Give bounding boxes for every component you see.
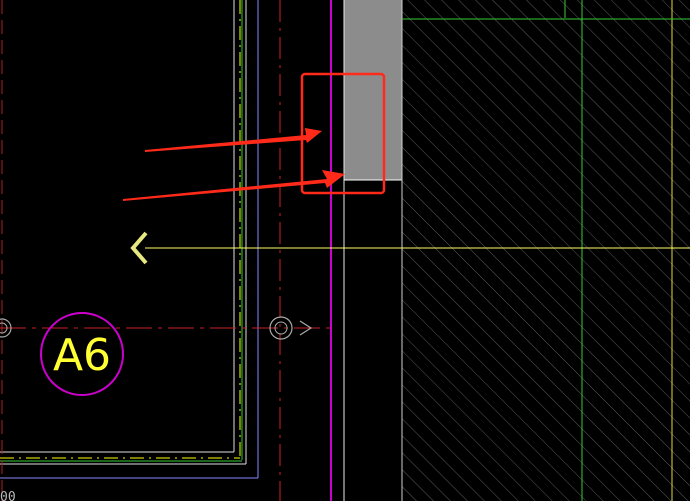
axis-bubble-label: A6 [53, 330, 111, 381]
gray-column [344, 0, 402, 180]
hatched-slab-region [402, 0, 690, 501]
bottom-edge-label: 00 [0, 490, 16, 501]
drawing-svg: A6 00 [0, 0, 690, 501]
cad-drawing-canvas[interactable]: A6 00 [0, 0, 690, 501]
chevron-left-icon[interactable] [130, 231, 148, 265]
